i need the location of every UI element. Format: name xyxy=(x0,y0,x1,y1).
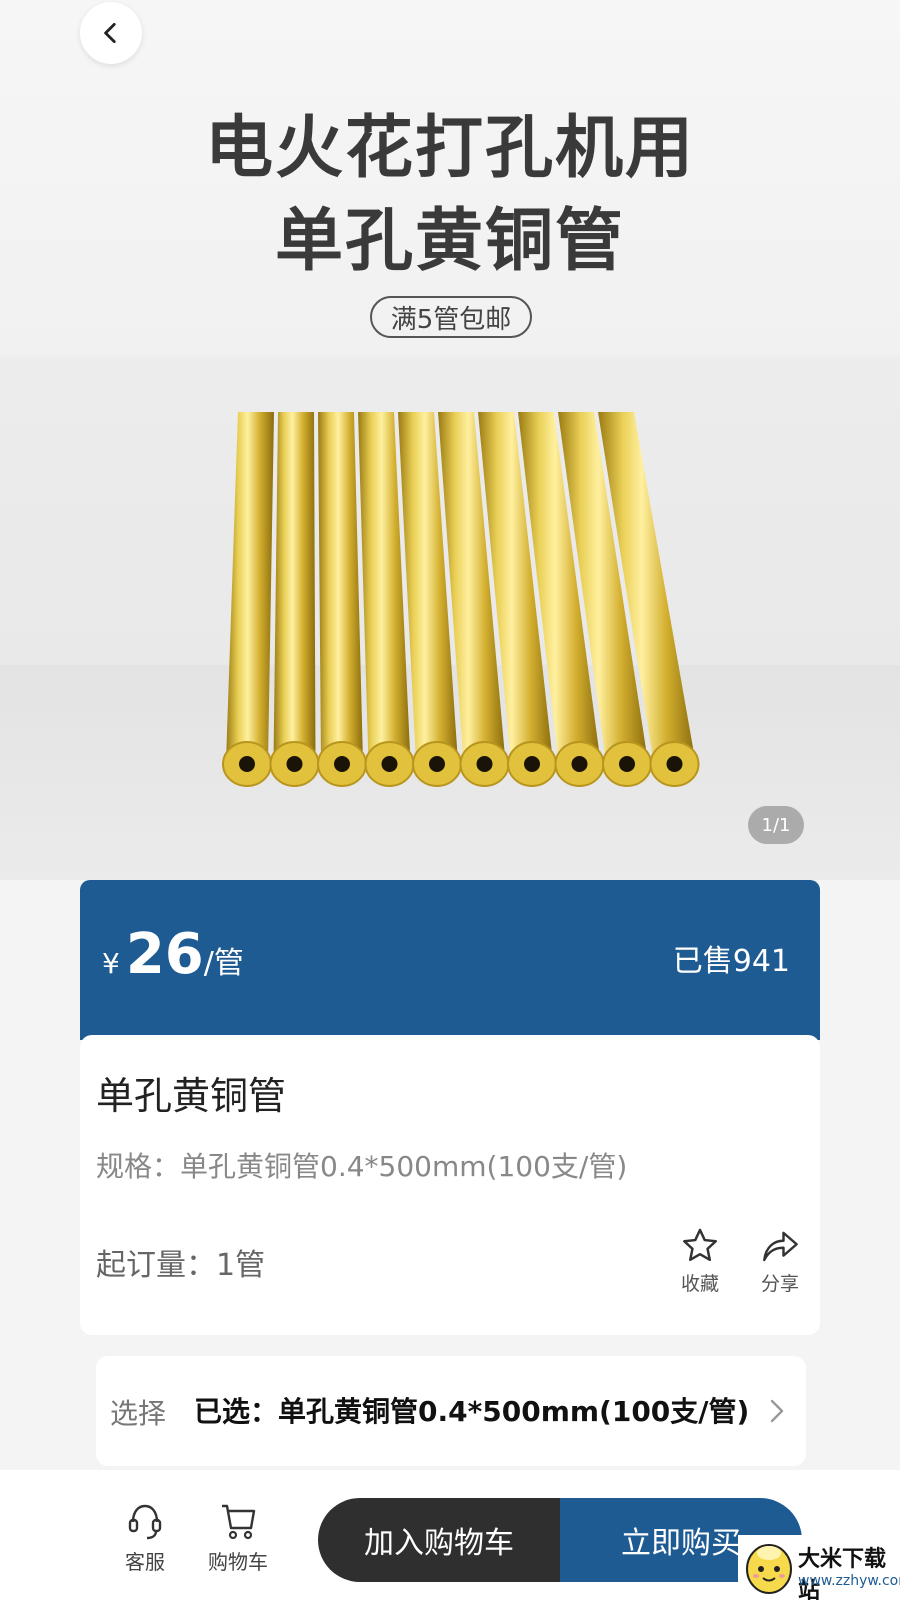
free-shipping-badge: 满5管包邮 xyxy=(370,296,532,338)
hero-title-line1: 电火花打孔机用 xyxy=(204,109,695,188)
brass-tube-hole xyxy=(286,756,303,772)
image-counter: 1/1 xyxy=(748,806,804,844)
product-image-area[interactable]: 电火花打孔机用 单孔黄铜管 满5管包邮 1/1 xyxy=(0,0,900,880)
cart-label: 购物车 xyxy=(208,1550,268,1574)
brass-tube-hole xyxy=(381,756,398,772)
brass-tube-hole xyxy=(239,756,255,772)
brass-tubes-image xyxy=(222,412,700,787)
brass-tube xyxy=(226,412,274,762)
selected-spec: 已选：单孔黄铜管0.4*500mm(100支/管) xyxy=(194,1395,750,1428)
chevron-left-icon xyxy=(104,22,116,44)
brass-tube-hole xyxy=(524,756,540,772)
customer-service-label: 客服 xyxy=(125,1550,165,1574)
rice-mascot-logo xyxy=(746,1544,792,1594)
brass-tube-hole xyxy=(571,756,588,772)
brass-tube-hole xyxy=(666,756,683,772)
select-label: 选择 xyxy=(110,1397,167,1430)
brass-tube xyxy=(273,412,316,762)
brass-tube-hole xyxy=(334,756,350,772)
customer-service-button[interactable]: 客服 xyxy=(110,1500,180,1575)
product-spec: 规格：单孔黄铜管0.4*500mm(100支/管) xyxy=(96,1150,628,1183)
chevron-right-icon xyxy=(770,1399,784,1423)
price-unit: /管 xyxy=(203,946,244,981)
price: ¥ 26 /管 xyxy=(102,922,244,987)
site-watermark: 大米下载站 www.zzhyw.com xyxy=(738,1535,900,1600)
back-button[interactable] xyxy=(80,2,142,64)
brass-tube-hole xyxy=(429,756,445,772)
minimum-order: 起订量：1管 xyxy=(96,1248,266,1283)
add-to-cart-button[interactable]: 加入购物车 xyxy=(318,1498,560,1582)
hero-title-line2: 单孔黄铜管 xyxy=(274,202,625,281)
cart-icon xyxy=(222,1504,256,1540)
watermark-url: www.zzhyw.com xyxy=(798,1573,900,1589)
favorite-button[interactable]: 收藏 xyxy=(670,1225,730,1296)
spec-select-row[interactable]: 选择 已选：单孔黄铜管0.4*500mm(100支/管) xyxy=(96,1356,806,1466)
share-button[interactable]: 分享 xyxy=(750,1225,810,1296)
product-name: 单孔黄铜管 xyxy=(96,1074,287,1118)
watermark-name: 大米下载站 xyxy=(798,1547,887,1600)
product-info-card: 单孔黄铜管 规格：单孔黄铜管0.4*500mm(100支/管) 起订量：1管 收… xyxy=(80,1035,820,1335)
brass-tube-hole xyxy=(476,756,493,772)
cart-button[interactable]: 购物车 xyxy=(203,1500,273,1575)
price-bar: ¥ 26 /管 已售941 xyxy=(80,880,820,1040)
brass-tube xyxy=(318,412,363,762)
share-label: 分享 xyxy=(760,1273,799,1295)
share-arrow-icon xyxy=(763,1231,798,1262)
price-amount: 26 xyxy=(125,922,204,987)
brass-tube-hole xyxy=(619,756,635,772)
price-currency: ¥ xyxy=(102,947,120,980)
headset-icon xyxy=(128,1504,162,1540)
star-icon xyxy=(683,1228,717,1262)
favorite-label: 收藏 xyxy=(680,1273,719,1295)
sold-count: 已售941 xyxy=(672,944,790,979)
